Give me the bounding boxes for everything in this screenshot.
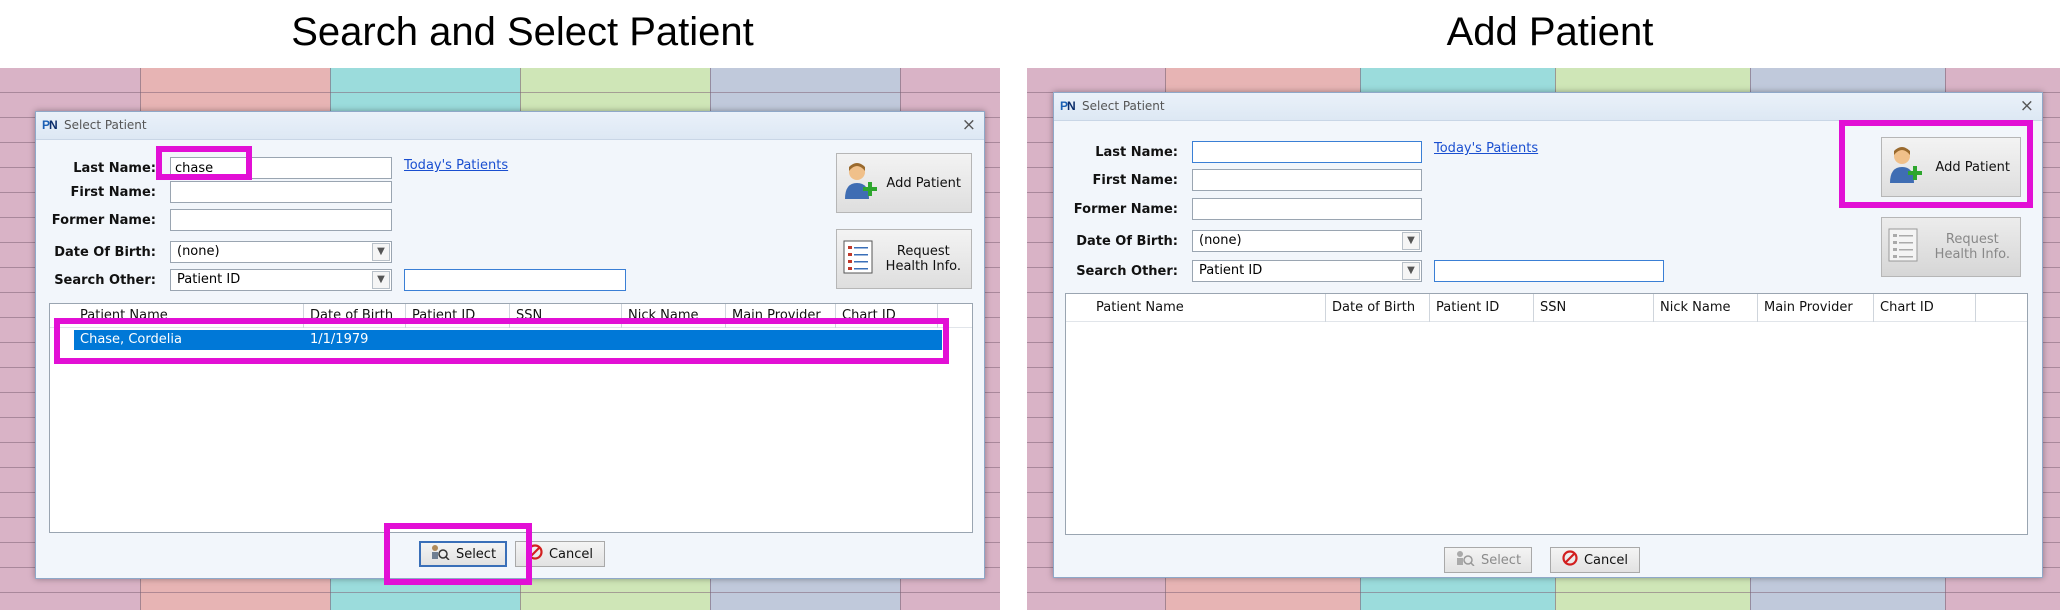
dob-value: (none): [1199, 233, 1242, 248]
cancel-button[interactable]: Cancel: [1550, 547, 1640, 573]
search-other-input[interactable]: [404, 269, 626, 291]
dialog-title: Select Patient: [64, 118, 147, 132]
former-name-field[interactable]: [170, 209, 392, 231]
select-patient-dialog: PN Select Patient × Last Name: First Nam…: [35, 111, 985, 579]
select-patient-dialog: PN Select Patient × Last Name: First Nam…: [1053, 92, 2043, 578]
col-ssn[interactable]: SSN: [1534, 294, 1654, 322]
cancel-label: Cancel: [1583, 552, 1629, 568]
search-other-input[interactable]: [1434, 260, 1664, 282]
dialog-title: Select Patient: [1082, 99, 1165, 113]
col-date-of-birth[interactable]: Date of Birth: [1326, 294, 1430, 322]
list-icon: [1888, 228, 1918, 266]
col-date-of-birth[interactable]: Date of Birth: [304, 304, 406, 328]
first-name-label: First Name:: [70, 185, 156, 200]
app-logo: PN: [42, 118, 58, 132]
patient-grid[interactable]: Patient Name Date of Birth Patient ID SS…: [1065, 293, 2028, 535]
grid-header: Patient Name Date of Birth Patient ID SS…: [50, 304, 972, 328]
col-main-provider[interactable]: Main Provider: [726, 304, 836, 328]
dob-value: (none): [177, 244, 220, 259]
col-chart-id[interactable]: Chart ID: [836, 304, 938, 328]
close-icon[interactable]: ×: [2020, 96, 2034, 116]
request-label: Request: [1945, 232, 1999, 247]
dialog-title-bar: PN Select Patient ×: [1054, 93, 2042, 121]
first-name-field[interactable]: [170, 181, 392, 203]
dob-label: Date Of Birth:: [1076, 234, 1178, 249]
former-name-label: Former Name:: [1073, 202, 1178, 217]
close-icon[interactable]: ×: [962, 115, 976, 135]
todays-patients-link[interactable]: Today's Patients: [404, 158, 508, 173]
dialog-title-bar: PN Select Patient ×: [36, 112, 984, 140]
col-chart-id[interactable]: Chart ID: [1874, 294, 1976, 322]
former-name-label: Former Name:: [51, 213, 156, 228]
col-nick-name[interactable]: Nick Name: [622, 304, 726, 328]
add-patient-label: Add Patient: [886, 175, 961, 191]
request-label: Request: [896, 244, 950, 259]
health-info-label: Health Info.: [1934, 247, 2010, 262]
last-name-label: Last Name:: [73, 161, 156, 176]
cancel-icon: [1562, 550, 1578, 570]
last-name-field[interactable]: [1192, 141, 1422, 163]
list-icon: [843, 240, 873, 278]
search-other-value: Patient ID: [177, 272, 241, 287]
health-info-label: Health Info.: [885, 259, 961, 274]
former-name-field[interactable]: [1192, 198, 1422, 220]
last-name-field[interactable]: [170, 157, 392, 179]
heading-search-select-patient: Search and Select Patient: [291, 10, 754, 54]
chevron-down-icon[interactable]: ▼: [1402, 232, 1420, 250]
table-row[interactable]: Chase, Cordelia 1/1/1979: [74, 330, 942, 350]
request-health-info-button[interactable]: Request Health Info.: [836, 229, 972, 289]
select-label: Select: [1480, 552, 1522, 568]
col-patient-name[interactable]: Patient Name: [74, 304, 304, 328]
col-main-provider[interactable]: Main Provider: [1758, 294, 1874, 322]
cancel-label: Cancel: [548, 546, 594, 562]
dob-select[interactable]: (none) ▼: [1192, 230, 1422, 252]
col-patient-name[interactable]: Patient Name: [1090, 294, 1326, 322]
grid-header: Patient Name Date of Birth Patient ID SS…: [1066, 294, 2027, 322]
search-other-label: Search Other:: [54, 273, 156, 288]
add-patient-button[interactable]: Add Patient: [1881, 137, 2021, 197]
first-name-label: First Name:: [1092, 173, 1178, 188]
row-patient-name: Chase, Cordelia: [80, 332, 182, 347]
first-name-field[interactable]: [1192, 169, 1422, 191]
chevron-down-icon[interactable]: ▼: [372, 243, 390, 261]
panel-add-patient: PN Select Patient × Last Name: First Nam…: [1027, 68, 2060, 610]
cancel-button[interactable]: Cancel: [515, 541, 605, 567]
cancel-icon: [527, 544, 543, 564]
chevron-down-icon[interactable]: ▼: [372, 271, 390, 289]
last-name-label: Last Name:: [1095, 145, 1178, 160]
dob-label: Date Of Birth:: [54, 245, 156, 260]
add-patient-label: Add Patient: [1935, 159, 2010, 175]
select-patient-icon: [1455, 550, 1475, 570]
add-patient-button[interactable]: Add Patient: [836, 153, 972, 213]
select-label: Select: [455, 546, 497, 562]
panel-search-select: PN Select Patient × Last Name: First Nam…: [0, 68, 1000, 610]
select-button[interactable]: Select: [419, 541, 507, 567]
col-patient-id[interactable]: Patient ID: [1430, 294, 1534, 322]
patient-grid[interactable]: Patient Name Date of Birth Patient ID SS…: [49, 303, 973, 533]
select-patient-icon: [430, 544, 450, 564]
heading-add-patient: Add Patient: [1446, 10, 1654, 54]
dob-select[interactable]: (none) ▼: [170, 241, 392, 263]
select-button[interactable]: Select: [1444, 547, 1532, 573]
chevron-down-icon[interactable]: ▼: [1402, 262, 1420, 280]
add-user-icon: [1888, 145, 1924, 189]
todays-patients-link[interactable]: Today's Patients: [1434, 141, 1538, 156]
col-ssn[interactable]: SSN: [510, 304, 622, 328]
request-health-info-button[interactable]: Request Health Info.: [1881, 217, 2021, 277]
search-other-label: Search Other:: [1076, 264, 1178, 279]
search-other-value: Patient ID: [1199, 263, 1263, 278]
col-nick-name[interactable]: Nick Name: [1654, 294, 1758, 322]
app-logo: PN: [1060, 99, 1076, 113]
add-user-icon: [843, 161, 879, 205]
search-other-select[interactable]: Patient ID ▼: [1192, 260, 1422, 282]
row-date-of-birth: 1/1/1979: [310, 332, 369, 347]
col-patient-id[interactable]: Patient ID: [406, 304, 510, 328]
search-other-select[interactable]: Patient ID ▼: [170, 269, 392, 291]
